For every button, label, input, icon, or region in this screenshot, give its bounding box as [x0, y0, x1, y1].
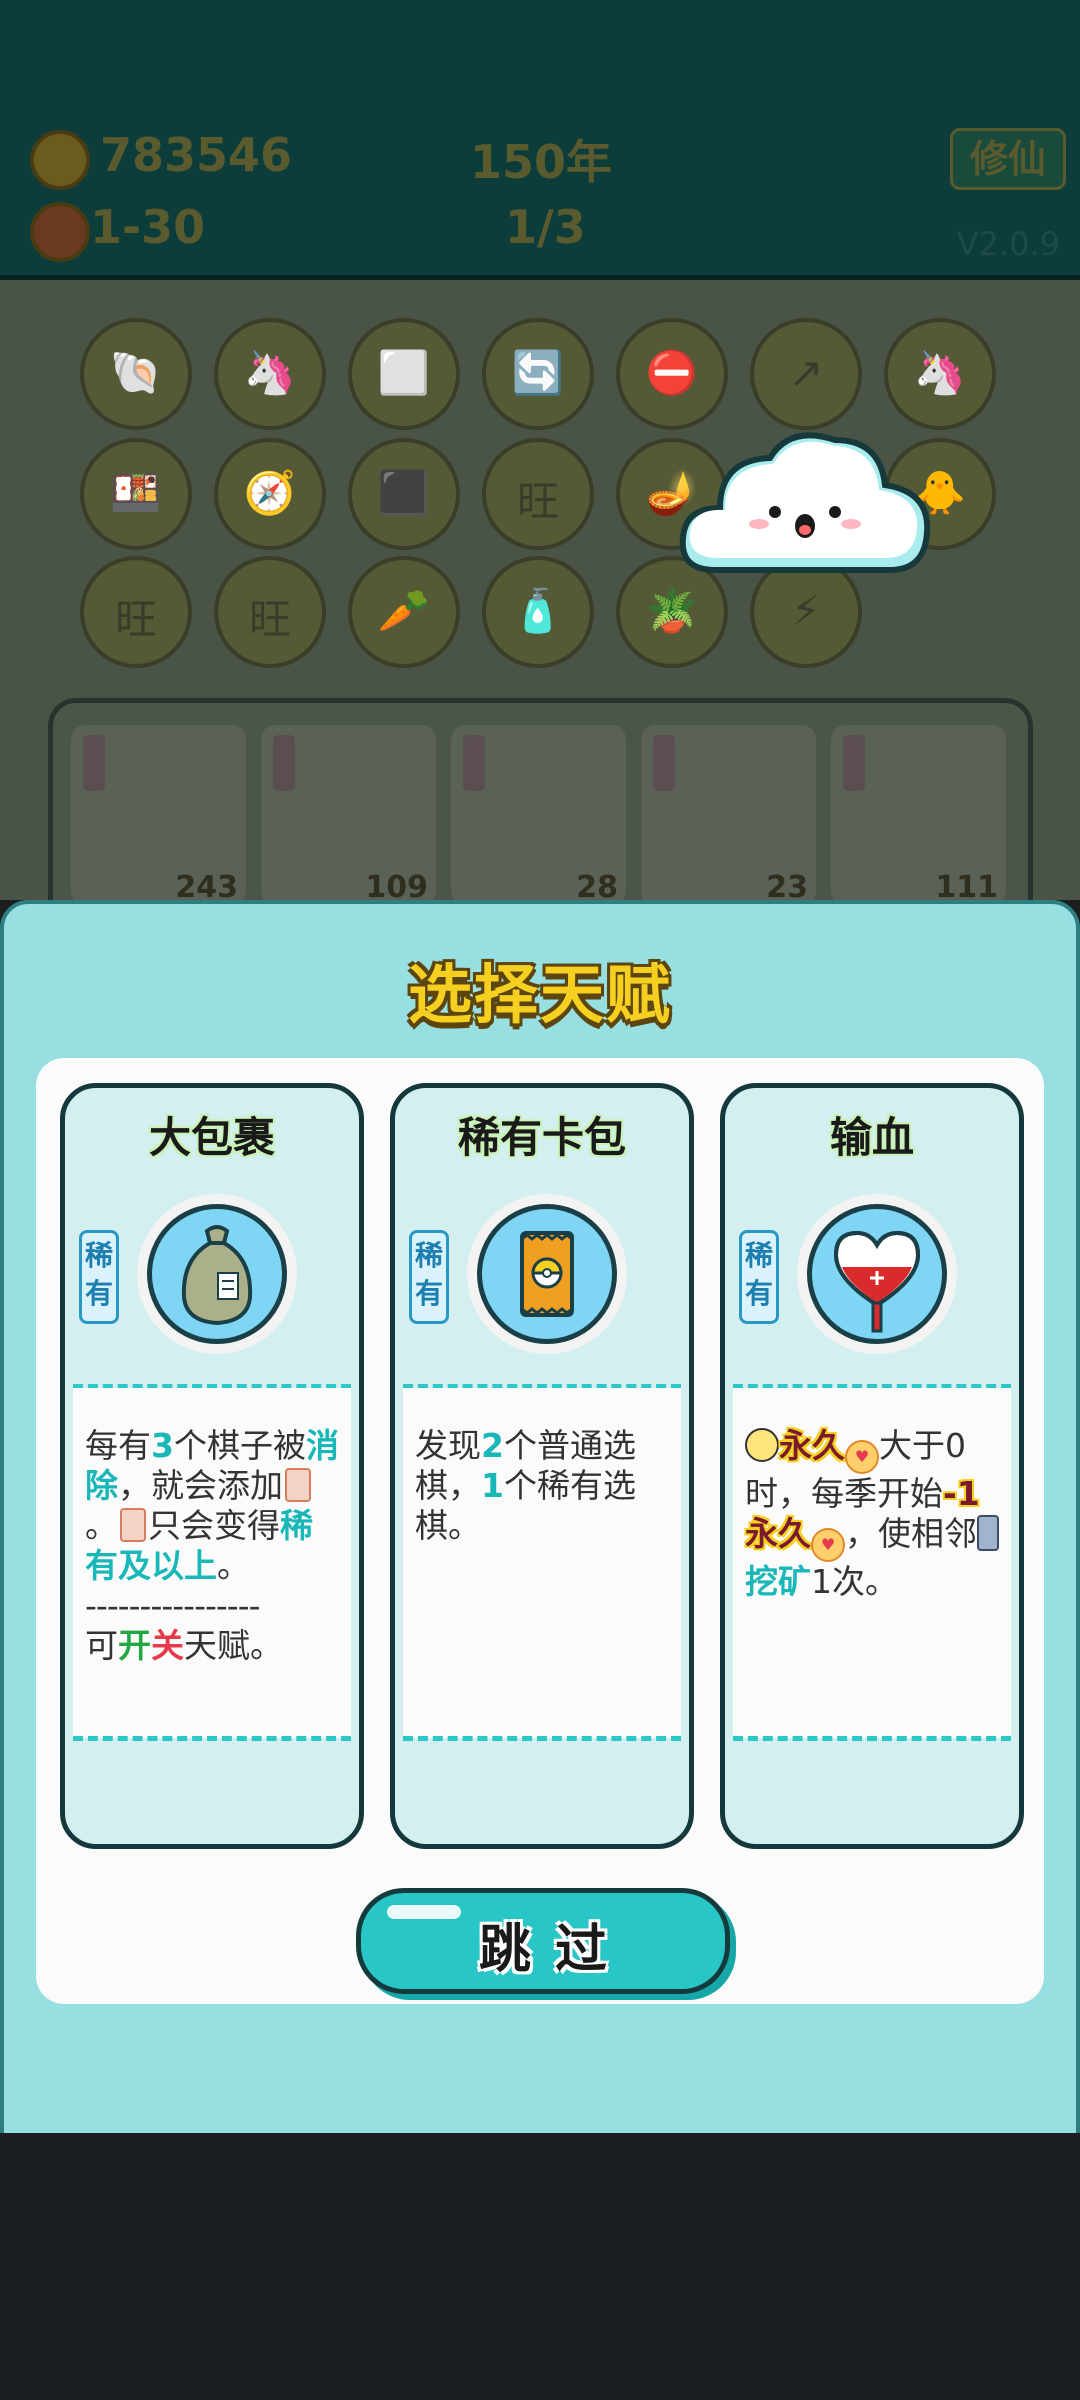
rent-label: 1-30 [90, 200, 206, 254]
talent-description-area: 每有3个棋子被消除，就会添加。 只会变得稀有及以上。 ---------------… [73, 1388, 351, 1738]
panel-title: 选择天赋 [408, 959, 672, 1033]
talent-description: 永久 ♥ 大于0时，每季开始-1 永久 ♥ ，使相邻挖矿1次。 [745, 1426, 1003, 1602]
board-slot: 🧴 [482, 556, 594, 668]
shelf-card: 史诗23 [641, 725, 816, 900]
board-slot: 🦄 [214, 318, 326, 430]
talent-icon-frame [467, 1194, 627, 1354]
heart-coin-icon: ♥ [845, 1440, 879, 1474]
talent-card-rare-pack[interactable]: 稀有卡包 稀有 发现2个普通选棋，1个稀有选棋。 [390, 1083, 694, 1849]
board-slot: ⛔ [616, 318, 728, 430]
talent-description-area: 永久 ♥ 大于0时，每季开始-1 永久 ♥ ，使相邻挖矿1次。 [733, 1388, 1011, 1738]
rarity-badge: 稀有 [739, 1230, 779, 1324]
talent-icon-frame [797, 1194, 957, 1354]
shelf-card-tag: 传说 [83, 735, 105, 791]
board-slot: 🧭 [214, 438, 326, 550]
blood-bag-icon [807, 1204, 947, 1344]
shelf-card: 传说28 [451, 725, 626, 900]
shelf-card: 传说243 [71, 725, 246, 900]
divider [733, 1736, 1011, 1741]
talent-description: 每有3个棋子被消除，就会添加。 只会变得稀有及以上。 ---------------… [85, 1426, 339, 1665]
skip-button-label: 跳过 [478, 1920, 631, 1980]
talent-description: 发现2个普通选棋，1个稀有选棋。 [415, 1426, 636, 1545]
version-label: V2.0.9 [956, 225, 1060, 263]
board-slot: 旺 [482, 438, 594, 550]
shelf-card-tag: 传说 [273, 735, 295, 791]
board-slot: 旺 [80, 556, 192, 668]
rarity-badge: 稀有 [79, 1230, 119, 1324]
shelf-card: 传说111 [831, 725, 1006, 900]
board-slot: 🥕 [348, 556, 460, 668]
board-slot: ⬛ [348, 438, 460, 550]
board-slot: 🍱 [80, 438, 192, 550]
board-slot: 🔄 [482, 318, 594, 430]
talent-description-area: 发现2个普通选棋，1个稀有选棋。 [403, 1388, 681, 1738]
talent-icon-frame [137, 1194, 297, 1354]
bottom-bar [0, 2133, 1080, 2400]
talent-name: 稀有卡包 [457, 1113, 626, 1162]
miner-icon [977, 1515, 999, 1551]
garbage-bag-icon [147, 1204, 287, 1344]
shelf-card-tag: 史诗 [653, 735, 675, 791]
year-label: 150年 [470, 135, 613, 189]
rarity-badge: 稀有 [409, 1230, 449, 1324]
board-slot: 🦄 [884, 318, 996, 430]
talent-card-big-package[interactable]: 大包裹 稀有 每有3个棋子被消除，就会添加。 只会变得稀有及以上。 --------… [60, 1083, 364, 1849]
symbol-shelf: 传说243 传说109 传说28 史诗23 传说111 [48, 698, 1033, 900]
talent-card-transfusion[interactable]: 输血 稀有 永久 ♥ 大于0时，每季开始-1 永久 ♥ ，使相邻挖矿1次。 [720, 1083, 1024, 1849]
card-pack-icon [477, 1204, 617, 1344]
board-slot: ↗ [750, 318, 862, 430]
divider [403, 1736, 681, 1741]
shelf-card-tag: 传说 [843, 735, 865, 791]
game-background: 783546 150年 修仙 1-30 1/3 V2.0.9 🐚 🦄 ⬜ 🔄 ⛔… [0, 0, 1080, 900]
top-status-bar: 783546 150年 修仙 1-30 1/3 V2.0.9 [0, 0, 1080, 280]
board-slot: ⬜ [348, 318, 460, 430]
shelf-card: 传说109 [261, 725, 436, 900]
card-pack-mini-icon [120, 1508, 146, 1542]
card-pack-mini-icon [285, 1468, 311, 1502]
talent-name: 输血 [829, 1113, 914, 1162]
talent-select-panel: 选择天赋 大包裹 稀有 每有3个棋子被消除，就会添加。 只会变得稀有及以上。 -… [0, 900, 1080, 2141]
rent-coin-icon [30, 202, 90, 262]
heart-coin-icon: ♥ [811, 1528, 845, 1562]
talent-name: 大包裹 [148, 1113, 275, 1162]
skip-button[interactable]: 跳过 [356, 1888, 730, 1994]
shelf-card-tag: 传说 [463, 735, 485, 791]
cloud-mascot-icon [679, 432, 931, 573]
board-slot: 旺 [214, 556, 326, 668]
coin-icon [30, 130, 90, 190]
coin-count: 783546 [100, 128, 293, 182]
cultivate-button: 修仙 [950, 128, 1066, 190]
smiley-face-icon [745, 1428, 779, 1462]
talent-card-container: 大包裹 稀有 每有3个棋子被消除，就会添加。 只会变得稀有及以上。 --------… [36, 1058, 1044, 2004]
board-slot: 🐚 [80, 318, 192, 430]
divider [73, 1736, 351, 1741]
round-progress: 1/3 [505, 200, 586, 254]
